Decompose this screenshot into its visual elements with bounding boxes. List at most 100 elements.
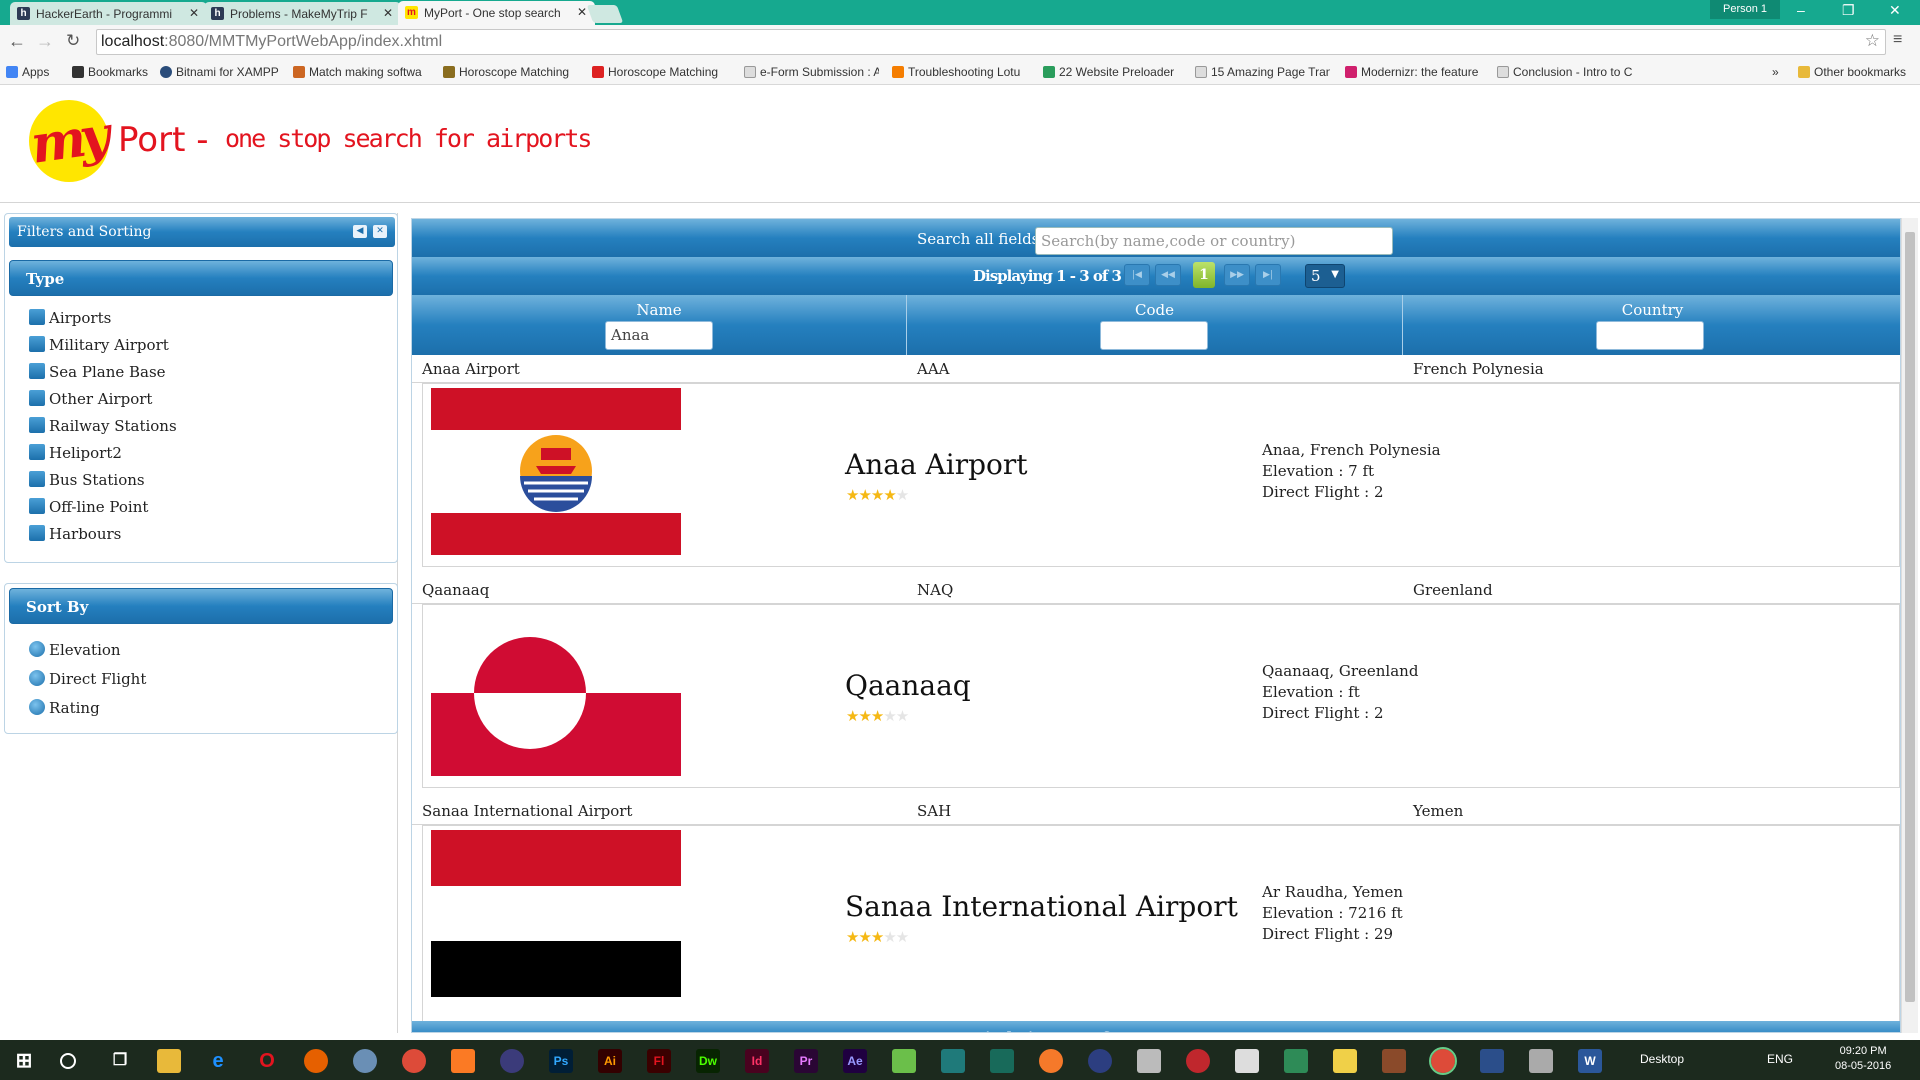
checkbox-icon[interactable] <box>29 525 45 541</box>
country-filter-input[interactable] <box>1596 321 1704 350</box>
name-filter-input[interactable]: Anaa <box>605 321 713 350</box>
bookmark-modernizr[interactable]: Modernizr: the feature <box>1345 65 1480 79</box>
next-page-icon[interactable]: ▶▶ <box>1224 264 1250 286</box>
radio-icon[interactable] <box>29 670 45 686</box>
checkbox-icon[interactable] <box>29 336 45 352</box>
bookmark-match[interactable]: Match making softwa <box>293 65 423 79</box>
bookmark-bookmarks[interactable]: Bookmarks <box>72 65 148 79</box>
app-icon[interactable] <box>1480 1049 1504 1073</box>
task-view-icon[interactable]: ❐ <box>108 1049 132 1073</box>
tab-hackerearth[interactable]: h HackerEarth - Programmi ✕ <box>10 2 207 25</box>
sort-header[interactable]: Sort By <box>9 588 393 624</box>
page-scrollbar[interactable] <box>1901 218 1918 1033</box>
table-row[interactable]: Anaa Airport AAA French Polynesia <box>412 355 1900 383</box>
bookmark-conclusion[interactable]: Conclusion - Intro to C <box>1497 65 1632 79</box>
indesign-icon[interactable]: Id <box>745 1049 769 1073</box>
type-option[interactable]: Bus Stations <box>29 471 145 489</box>
last-page-icon[interactable]: ▶| <box>1255 264 1281 286</box>
bookmark-bitnami[interactable]: Bitnami for XAMPP <box>160 65 279 79</box>
back-icon[interactable]: ← <box>8 31 26 52</box>
app-icon[interactable] <box>990 1049 1014 1073</box>
sort-option[interactable]: Elevation <box>29 641 121 659</box>
sort-option[interactable]: Rating <box>29 699 100 717</box>
type-option[interactable]: Sea Plane Base <box>29 363 166 381</box>
checkbox-icon[interactable] <box>29 309 45 325</box>
illustrator-icon[interactable]: Ai <box>598 1049 622 1073</box>
first-page-icon[interactable]: |◀ <box>1124 264 1150 286</box>
photoshop-icon[interactable]: Ps <box>549 1049 573 1073</box>
page-number-button[interactable]: 1 <box>1193 262 1215 288</box>
close-icon[interactable]: ✕ <box>373 225 387 238</box>
app-icon[interactable] <box>1333 1049 1357 1073</box>
checkbox-icon[interactable] <box>29 444 45 460</box>
chrome-active-icon[interactable] <box>1429 1047 1457 1075</box>
maximize-icon[interactable]: ❐ <box>1842 2 1855 19</box>
clock[interactable]: 09:20 PM 08-05-2016 <box>1835 1044 1891 1074</box>
checkbox-icon[interactable] <box>29 390 45 406</box>
radio-icon[interactable] <box>29 641 45 657</box>
rating-stars[interactable]: ★★★★★ <box>846 486 909 504</box>
code-filter-input[interactable] <box>1100 321 1208 350</box>
app-icon[interactable] <box>1088 1049 1112 1073</box>
app-icon[interactable] <box>353 1049 377 1073</box>
bookmark-eform[interactable]: e-Form Submission : A <box>744 65 879 79</box>
bookmark-horoscope-2[interactable]: Horoscope Matching <box>592 65 727 79</box>
type-option[interactable]: Harbours <box>29 525 121 543</box>
bookmark-preloader[interactable]: 22 Website Preloader <box>1043 65 1178 79</box>
column-name[interactable]: Name Anaa <box>412 295 907 355</box>
search-input[interactable]: Search(by name,code or country) <box>1035 227 1393 255</box>
chrome-icon[interactable] <box>402 1049 426 1073</box>
bookmark-page-trans[interactable]: 15 Amazing Page Tran <box>1195 65 1330 79</box>
window-close-icon[interactable]: ✕ <box>1889 2 1901 19</box>
close-icon[interactable]: ✕ <box>577 5 587 19</box>
close-icon[interactable]: ✕ <box>189 6 199 20</box>
app-icon[interactable] <box>941 1049 965 1073</box>
app-icon[interactable] <box>892 1049 916 1073</box>
prev-page-icon[interactable]: ◀◀ <box>1155 264 1181 286</box>
minimize-icon[interactable]: – <box>1797 2 1805 18</box>
app-icon[interactable] <box>1529 1049 1553 1073</box>
windows-start-icon[interactable]: ⊞ <box>12 1049 36 1073</box>
checkbox-icon[interactable] <box>29 498 45 514</box>
table-row[interactable]: Sanaa International Airport SAH Yemen <box>412 797 1900 825</box>
checkbox-icon[interactable] <box>29 417 45 433</box>
reload-icon[interactable]: ↻ <box>66 31 80 51</box>
after-effects-icon[interactable]: Ae <box>843 1049 867 1073</box>
tab-problems[interactable]: h Problems - MakeMyTrip F ✕ <box>204 2 401 25</box>
file-explorer-icon[interactable] <box>157 1049 181 1073</box>
collapse-icon[interactable]: ◀ <box>353 225 367 238</box>
app-icon[interactable] <box>1137 1049 1161 1073</box>
star-icon[interactable]: ☆ <box>1865 31 1880 51</box>
app-icon[interactable] <box>1186 1049 1210 1073</box>
menu-icon[interactable]: ≡ <box>1893 31 1902 49</box>
bookmark-lotus[interactable]: Troubleshooting Lotu <box>892 65 1027 79</box>
radio-icon[interactable] <box>29 699 45 715</box>
table-row[interactable]: Qaanaaq NAQ Greenland <box>412 576 1900 604</box>
column-code[interactable]: Code <box>907 295 1403 355</box>
dreamweaver-icon[interactable]: Dw <box>696 1049 720 1073</box>
desktop-toolbar[interactable]: Desktop <box>1640 1052 1684 1066</box>
type-option[interactable]: Railway Stations <box>29 417 177 435</box>
app-icon[interactable] <box>1284 1049 1308 1073</box>
blender-icon[interactable] <box>1039 1049 1063 1073</box>
profile-button[interactable]: Person 1 <box>1710 0 1780 19</box>
sort-option[interactable]: Direct Flight <box>29 670 146 688</box>
flash-icon[interactable]: Fl <box>647 1049 671 1073</box>
xampp-icon[interactable] <box>451 1049 475 1073</box>
search-icon[interactable] <box>60 1053 76 1069</box>
bookmark-horoscope-1[interactable]: Horoscope Matching <box>443 65 578 79</box>
rating-stars[interactable]: ★★★★★ <box>846 928 909 946</box>
tab-myport[interactable]: m MyPort - One stop search ✕ <box>398 1 595 25</box>
checkbox-icon[interactable] <box>29 363 45 379</box>
more-bookmarks-button[interactable]: » <box>1772 65 1779 79</box>
type-option[interactable]: Other Airport <box>29 390 152 408</box>
new-tab-button[interactable] <box>586 5 624 23</box>
address-bar[interactable]: localhost:8080/MMTMyPortWebApp/index.xht… <box>96 29 1886 55</box>
scrollbar-thumb[interactable] <box>1905 232 1915 1002</box>
edge-icon[interactable]: e <box>206 1049 230 1073</box>
rows-per-page-select[interactable]: 5 ▼ <box>1305 264 1345 288</box>
opera-icon[interactable]: O <box>255 1049 279 1073</box>
column-country[interactable]: Country <box>1403 295 1900 355</box>
rating-stars[interactable]: ★★★★★ <box>846 707 909 725</box>
type-option[interactable]: Military Airport <box>29 336 169 354</box>
